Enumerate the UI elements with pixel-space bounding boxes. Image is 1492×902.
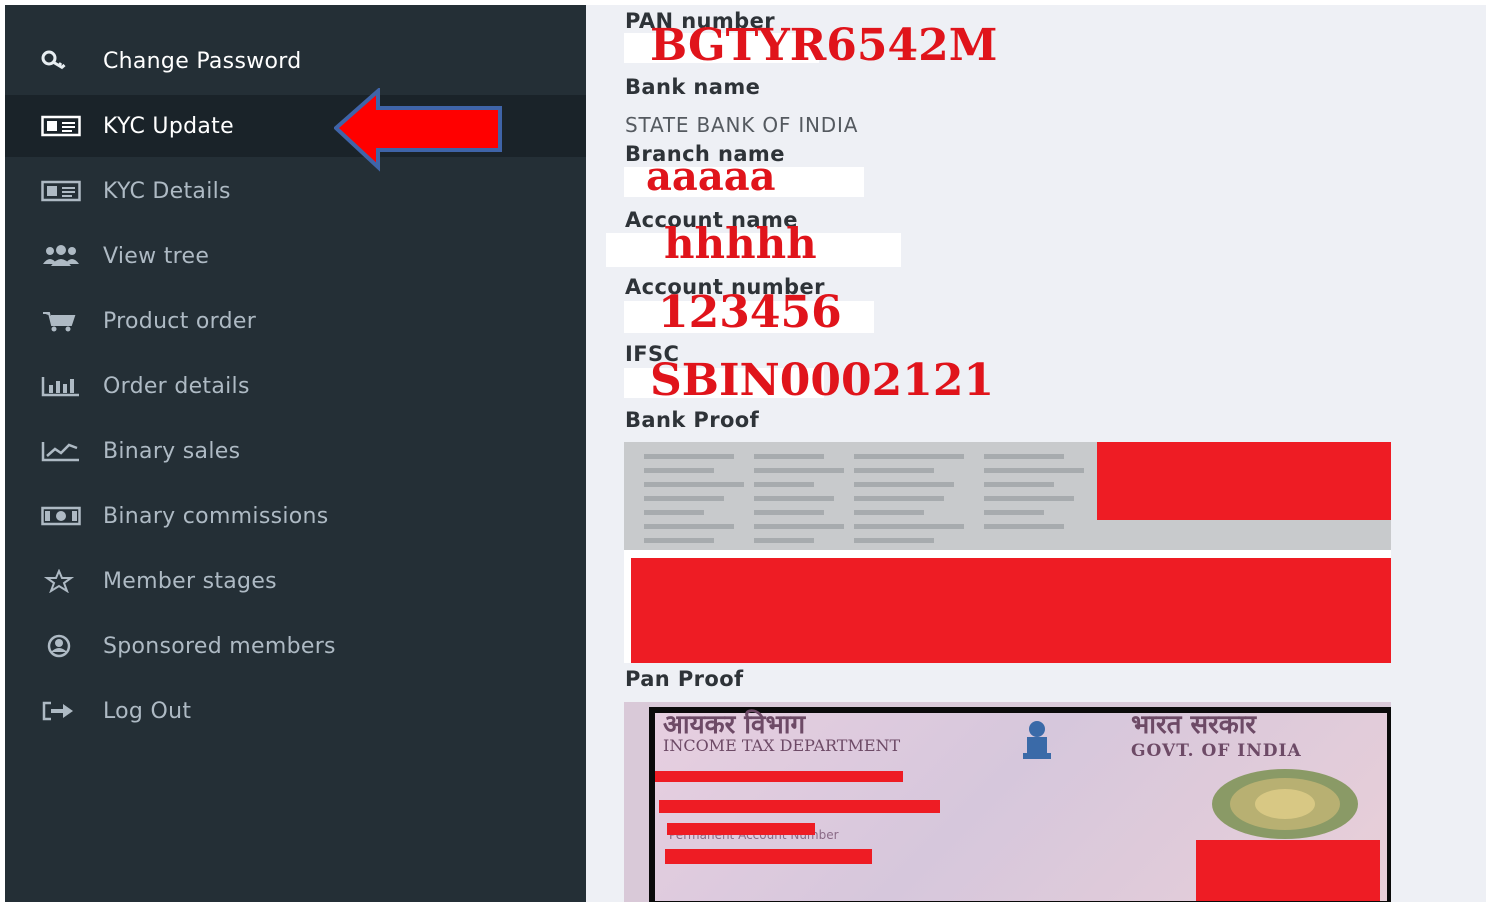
sidebar-item-member-stages[interactable]: Member stages <box>5 550 586 612</box>
sidebar-item-label: Member stages <box>103 568 277 594</box>
key-icon <box>41 48 83 74</box>
bank-proof-label: Bank Proof <box>625 408 760 432</box>
user-circle-icon <box>41 633 83 659</box>
sidebar-item-binary-sales[interactable]: Binary sales <box>5 420 586 482</box>
redaction-block <box>631 558 1391 663</box>
star-icon <box>41 568 83 594</box>
sidebar-item-order-details[interactable]: Order details <box>5 355 586 417</box>
branch-name-value: aaaaa <box>646 153 776 200</box>
sidebar-item-label: Order details <box>103 373 250 399</box>
kyc-content-panel: PAN number BGTYR6542M Bank name STATE BA… <box>586 5 1486 902</box>
users-icon <box>41 243 83 269</box>
ifsc-value: SBIN0002121 <box>650 355 995 406</box>
pan-card-dept-english: INCOME TAX DEPARTMENT <box>663 736 901 755</box>
sidebar-item-binary-commissions[interactable]: Binary commissions <box>5 485 586 547</box>
id-card-icon <box>41 113 83 139</box>
line-chart-icon <box>41 438 83 464</box>
sidebar-item-label: View tree <box>103 243 210 269</box>
emblem-icon <box>1023 721 1051 759</box>
pan-proof-image[interactable]: आयकर विभाग INCOME TAX DEPARTMENT भारत सर… <box>624 702 1391 902</box>
sidebar-item-log-out[interactable]: Log Out <box>5 680 586 742</box>
redaction-block <box>659 800 940 813</box>
pan-card-frame: आयकर विभाग INCOME TAX DEPARTMENT भारत सर… <box>649 707 1391 902</box>
money-icon <box>41 503 83 529</box>
sidebar-item-label: Change Password <box>103 48 302 74</box>
cart-icon <box>41 308 83 334</box>
sidebar-item-label: Log Out <box>103 698 192 724</box>
bank-name-label: Bank name <box>625 75 761 99</box>
sidebar-item-product-order[interactable]: Product order <box>5 290 586 352</box>
sidebar-item-label: Sponsored members <box>103 633 336 659</box>
sidebar-item-label: Product order <box>103 308 257 334</box>
id-card-icon <box>41 178 83 204</box>
pan-card-govt-hindi: भारत सरकार <box>1131 710 1257 740</box>
sidebar-item-view-tree[interactable]: View tree <box>5 225 586 287</box>
hologram-icon <box>1212 769 1358 839</box>
redaction-block <box>1097 442 1391 520</box>
account-number-value: 123456 <box>658 287 842 338</box>
bar-chart-icon <box>41 373 83 399</box>
redaction-block <box>1196 840 1380 901</box>
redaction-block <box>655 771 903 782</box>
sidebar-item-sponsored-members[interactable]: Sponsored members <box>5 615 586 677</box>
pan-card-govt-english: GOVT. OF INDIA <box>1131 741 1302 761</box>
bank-name-value: STATE BANK OF INDIA <box>625 113 859 137</box>
sign-out-icon <box>41 698 83 724</box>
sidebar-item-label: Binary sales <box>103 438 241 464</box>
sidebar-item-label: KYC Update <box>103 113 234 139</box>
redaction-block <box>667 823 815 835</box>
pan-proof-label: Pan Proof <box>625 667 744 691</box>
sidebar-item-label: Binary commissions <box>103 503 329 529</box>
pan-number-value: BGTYR6542M <box>650 20 998 71</box>
account-name-value: hhhhh <box>664 219 817 268</box>
sidebar-item-label: KYC Details <box>103 178 231 204</box>
callout-arrow-icon <box>334 88 502 172</box>
sidebar-item-change-password[interactable]: Change Password <box>5 30 586 92</box>
bank-proof-image[interactable] <box>624 442 1391 663</box>
redaction-block <box>665 849 872 864</box>
